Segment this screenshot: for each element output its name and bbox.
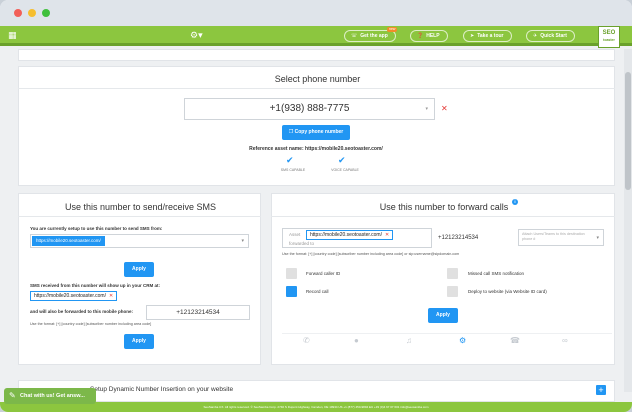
sms-forward-phone-input[interactable]: +12123214534 — [146, 305, 250, 320]
copy-phone-button[interactable]: ❐ Copy phone number — [282, 125, 350, 140]
scrollbar-thumb[interactable] — [625, 72, 631, 190]
tour-icon: ➤ — [470, 33, 475, 39]
asset-label: Asset — [289, 232, 301, 237]
deploy-website-label: Deploy to website (via Website ID card) — [468, 289, 547, 294]
sms-apply-button-1[interactable]: Apply — [124, 262, 154, 277]
call-forward-phone[interactable]: +12123214534 — [438, 235, 478, 241]
remove-chip-icon[interactable]: ✕ — [109, 293, 113, 299]
sms-card-title: Use this number to send/receive SMS — [64, 202, 217, 212]
help-icon: ❓ — [417, 33, 424, 39]
take-tour-button[interactable]: ➤ Take a tour — [463, 30, 512, 42]
expand-plus-icon[interactable]: + — [596, 385, 606, 395]
grid-icon[interactable]: ▦ — [8, 31, 17, 40]
sms-received-chip[interactable]: https://mobile20.seotoaster.com/✕ — [30, 291, 118, 301]
sms-format-hint: Use the format: [+] [country code] [subs… — [30, 322, 152, 326]
logo-line2: toaster — [603, 38, 615, 42]
chat-bubble-icon: ✎ — [9, 391, 16, 400]
close-window-dot[interactable] — [14, 9, 22, 17]
chat-widget-button[interactable]: ✎ Chat with us! Get answ... — [4, 388, 96, 404]
phone-number-select[interactable]: +1(938) 888-7775 ▾ — [184, 98, 435, 120]
chat-widget-label: Chat with us! Get answ... — [20, 393, 85, 399]
send-sms-label: You are currently setup to use this numb… — [30, 226, 163, 231]
quick-start-button[interactable]: ✈ Quick Start — [526, 30, 575, 42]
info-icon[interactable]: i — [512, 199, 518, 205]
missed-call-sms-checkbox[interactable] — [447, 268, 458, 279]
forward-caller-id-label: Forward caller ID — [306, 271, 341, 276]
gear-icon[interactable]: ⚙▾ — [190, 30, 203, 41]
forward-card-divider — [271, 216, 615, 217]
help-label: HELP — [426, 33, 440, 39]
missed-call-sms-label: Missed call SMS notification — [468, 271, 525, 276]
browser-window: ▦ ⚙▾ ☏ Get the app new ❓ HELP ➤ Take a tour… — [0, 0, 632, 412]
link-icon[interactable]: ∞ — [562, 336, 568, 345]
window-titlebar — [0, 0, 632, 26]
maximize-window-dot[interactable] — [42, 9, 50, 17]
new-badge: new — [387, 27, 398, 32]
quick-start-label: Quick Start — [540, 33, 567, 39]
help-button[interactable]: ❓ HELP — [410, 30, 448, 42]
phone-icon: ☏ — [351, 33, 358, 39]
asset-chip[interactable]: https://mobile20.seotoaster.com/✕ — [306, 230, 394, 240]
voice-check-icon: ✔ — [338, 155, 346, 165]
setup-dni-title[interactable]: Setup Dynamic Number Insertion on your w… — [90, 386, 233, 393]
sms-capable-label: SMS CAPABLE — [280, 168, 306, 172]
rocket-icon: ✈ — [533, 33, 538, 39]
forward-mobile-label: and will also be forwarded to this mobil… — [30, 309, 134, 314]
reference-asset-name: Reference asset name: https://mobile20.s… — [249, 146, 383, 152]
forwarded-to-label: forwarded to — [289, 241, 315, 246]
deploy-website-checkbox[interactable] — [447, 286, 458, 297]
record-call-checkbox[interactable] — [286, 286, 297, 297]
sms-apply-button-2[interactable]: Apply — [124, 334, 154, 349]
asset-chip-text: https://mobile20.seotoaster.com/ — [310, 232, 382, 238]
select-phone-divider — [18, 88, 615, 89]
voice-capable-label: VOICE CAPABLE — [331, 168, 359, 172]
forward-call-icon[interactable]: ✆ — [303, 336, 310, 345]
footer-bar: SeoSamba CX. All rights reserved. © SeoS… — [0, 402, 632, 412]
settings-icon[interactable]: ⚙ — [459, 336, 466, 345]
phone-number-value: +1(938) 888-7775 — [269, 103, 350, 114]
sms-card-divider — [18, 216, 261, 217]
sms-check-icon: ✔ — [286, 155, 294, 165]
remove-chip-icon[interactable]: ✕ — [385, 232, 389, 238]
tour-label: Take a tour — [477, 33, 504, 39]
forward-calls-title: Use this number to forward calls — [379, 202, 509, 212]
copy-phone-label: Copy phone number — [294, 129, 344, 135]
remove-number-icon[interactable]: ✕ — [441, 104, 448, 113]
sms-received-label: SMS received from this number will show … — [30, 283, 161, 288]
chat-icon[interactable]: ● — [354, 336, 359, 345]
forward-caller-id-checkbox[interactable] — [286, 268, 297, 279]
chevron-down-icon: ▾ — [596, 235, 599, 241]
forward-apply-button[interactable]: Apply — [428, 308, 458, 323]
top-navigation: ▦ ⚙▾ ☏ Get the app new ❓ HELP ➤ Take a tour… — [0, 26, 632, 46]
chevron-down-icon: ▾ — [241, 238, 244, 244]
get-app-label: Get the app — [360, 33, 388, 39]
chevron-down-icon: ▾ — [425, 106, 428, 112]
record-call-label: Record call — [306, 289, 329, 294]
top-card-strip — [18, 49, 615, 61]
logo-line1: SEO — [602, 30, 616, 36]
music-icon[interactable]: ♫ — [406, 336, 412, 345]
select-phone-title: Select phone number — [274, 74, 361, 84]
brand-logo[interactable]: SEO toaster — [598, 26, 620, 48]
minimize-window-dot[interactable] — [28, 9, 36, 17]
send-sms-chip[interactable]: https://mobile20.seotoaster.com/ — [32, 236, 105, 246]
forward-format-hint: Use the format: [+] [country code] [subs… — [282, 252, 460, 256]
sms-received-chip-text: https://mobile20.seotoaster.com/ — [34, 293, 106, 299]
attach-users-placeholder: Attach Users/Teams to this destination p… — [522, 232, 585, 241]
voicemail-icon[interactable]: ☎ — [510, 336, 520, 345]
